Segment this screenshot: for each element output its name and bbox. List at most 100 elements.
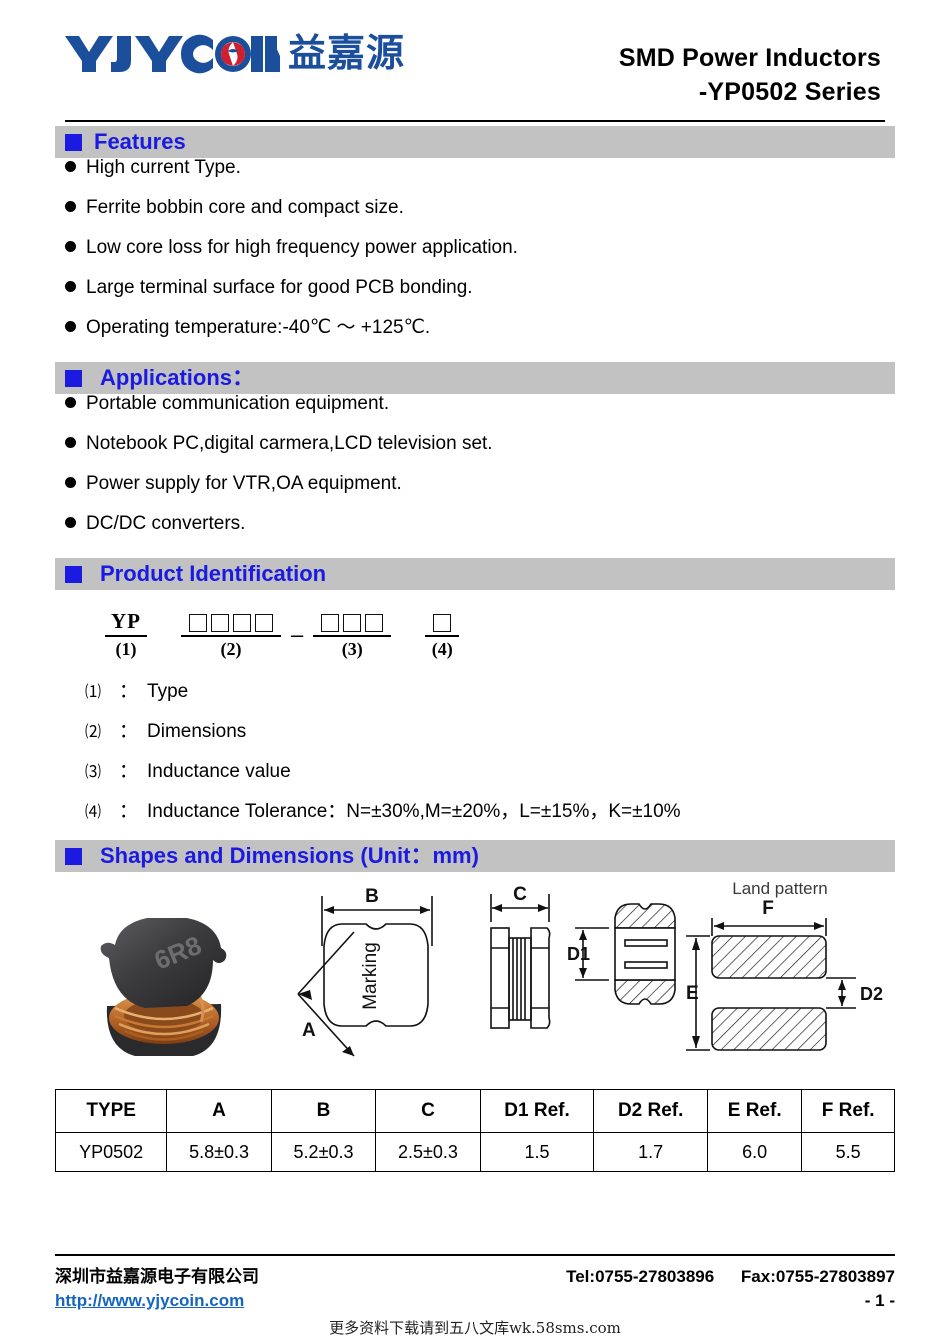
pn-index-3: (3) [341,639,363,659]
table-header-row: TYPE A B C D1 Ref. D2 Ref. E Ref. F Ref. [54,1089,895,1133]
col-e: E Ref. [706,1089,803,1133]
pn-index-1: (1) [115,639,137,659]
list-item: Portable communication equipment. [65,394,895,434]
header-divider [65,120,885,122]
legend-text: Inductance value [147,761,291,782]
legend-index: ⑷ [85,804,102,821]
legend-index: ⑴ [85,684,102,701]
col-a: A [166,1089,272,1133]
col-c: C [375,1089,481,1133]
datasheet-page: 益嘉源 SMD Power Inductors -YP0502 Series F… [0,0,950,1344]
pn-separator: – [291,622,304,647]
yjycoin-logo-icon [65,34,280,74]
legend-text: Type [147,681,189,702]
drawings-row: 6R8 B A Marking C D1 Land pattern E F D2 [55,876,895,1081]
square-bullet-icon [65,369,82,387]
dot-bullet-icon [65,397,76,408]
list-item: High current Type. [65,158,895,198]
document-title: SMD Power Inductors -YP0502 Series [619,0,895,110]
dot-bullet-icon [65,201,76,212]
drawing-top-view: B A Marking [297,886,433,1057]
pn-box-icon [321,614,340,632]
list-item: DC/DC converters. [65,514,895,554]
dot-bullet-icon [65,241,76,252]
applications-heading: Applications： [100,365,255,390]
label-dim-a: A [302,1020,316,1041]
dot-bullet-icon [65,437,76,448]
shapes-heading: Shapes and Dimensions (Unit：mm) [100,843,479,868]
legend-item: ⑶ ： Inductance value [85,756,895,796]
label-dim-c: C [513,884,527,905]
list-item: Ferrite bobbin core and compact size. [65,198,895,238]
pn-prefix-text: YP [111,609,141,633]
website-link[interactable]: http://www.yjycoin.com [55,1291,244,1311]
dot-bullet-icon [65,281,76,292]
dot-bullet-icon [65,477,76,488]
col-d1: D1 Ref. [479,1089,595,1133]
label-dim-d2: D2 [860,984,883,1004]
dot-bullet-icon [65,321,76,332]
pn-segment-4: (4) [425,606,460,659]
title-series: -YP0502 Series [698,77,881,106]
legend-index: ⑶ [85,764,102,781]
list-item: Large terminal surface for good PCB bond… [65,278,895,318]
page-header: 益嘉源 SMD Power Inductors -YP0502 Series [55,0,895,120]
section-header-product-identification: Product Identification [55,558,895,590]
dimension-table: TYPE A B C D1 Ref. D2 Ref. E Ref. F Ref.… [54,1089,895,1172]
product-identification-heading: Product Identification [100,561,327,586]
label-land-pattern: Land pattern [732,879,827,898]
cell-c: 2.5±0.3 [375,1132,481,1172]
legend-colon: ： [119,761,139,782]
page-footer: 深圳市益嘉源电子有限公司 Tel:0755-27803896 Fax:0755-… [55,1254,895,1338]
list-item: Notebook PC,digital carmera,LCD televisi… [65,434,895,474]
cell-type: YP0502 [54,1132,168,1172]
label-marking: Marking [360,942,381,1010]
applications-list: Portable communication equipment. Notebo… [55,394,895,554]
pn-segment-3: (3) [313,606,392,659]
list-item: Power supply for VTR,OA equipment. [65,474,895,514]
pn-box-icon [233,614,251,632]
pn-box-icon [255,614,273,632]
application-text: Notebook PC,digital carmera,LCD televisi… [86,433,493,454]
pn-segment-2: (2) [181,606,281,658]
feature-text: Operating temperature:-40℃ ～ +125℃. [86,317,431,338]
col-type: TYPE [54,1089,168,1133]
legend-colon: ： [119,681,139,702]
col-b: B [270,1089,377,1133]
col-f: F Ref. [801,1089,895,1133]
cell-f: 5.5 [801,1132,895,1172]
square-bullet-icon [65,565,82,583]
table-row: YP0502 5.8±0.3 5.2±0.3 2.5±0.3 1.5 1.7 6… [54,1132,895,1172]
pn-index-4: (4) [431,639,453,659]
legend-text: Inductance Tolerance：N=±30%,M=±20%，L=±15… [147,801,681,822]
section-header-shapes-dimensions: Shapes and Dimensions (Unit：mm) [55,840,895,872]
pn-box-icon [343,614,362,632]
list-item: Operating temperature:-40℃ ～ +125℃. [65,318,895,358]
cell-e: 6.0 [706,1132,803,1172]
feature-text: Large terminal surface for good PCB bond… [86,277,473,298]
legend-text: Dimensions [147,721,247,742]
label-dim-b: B [365,886,379,907]
dot-bullet-icon [65,161,76,172]
col-d2: D2 Ref. [593,1089,708,1133]
cell-a: 5.8±0.3 [166,1132,272,1172]
cell-d1: 1.5 [479,1132,595,1172]
legend-colon: ： [119,721,139,742]
page-number: - 1 - [864,1291,895,1310]
section-header-applications: Applications： [55,362,895,394]
legend-index: ⑵ [85,724,102,741]
footer-divider [55,1254,895,1256]
square-bullet-icon [65,133,82,151]
company-logo: 益嘉源 [55,0,405,76]
pn-box-icon [211,614,229,632]
legend-item: ⑴ ： Type [85,676,895,716]
feature-text: Low core loss for high frequency power a… [86,237,518,258]
pn-box-icon [433,614,452,632]
pn-segment-1: YP (1) [105,606,147,658]
cell-b: 5.2±0.3 [270,1132,377,1172]
label-dim-e: E [686,983,699,1004]
feature-text: High current Type. [86,157,241,178]
label-dim-f: F [762,898,774,919]
features-heading: Features [94,129,186,154]
contact-info: Tel:0755-27803896 Fax:0755-27803897 [544,1267,895,1287]
